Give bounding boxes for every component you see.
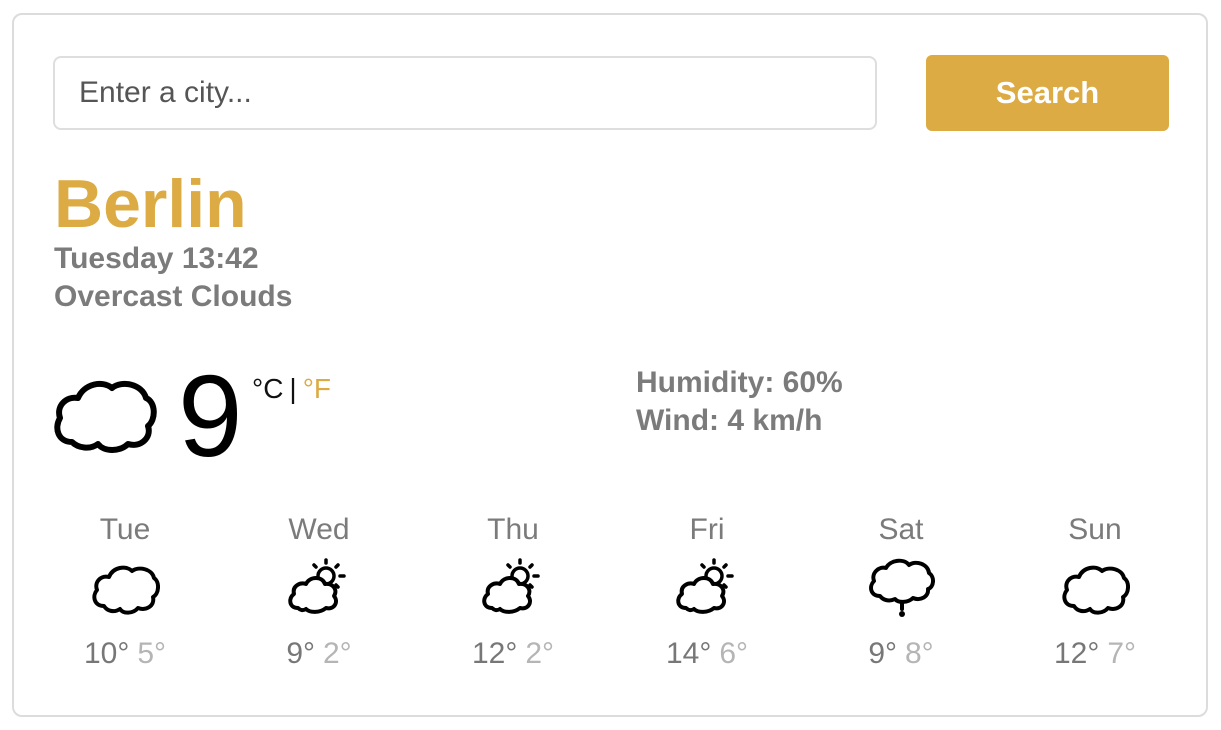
forecast-day-name: Sat [878,513,924,546]
partly-sunny-icon [288,558,346,614]
fahrenheit-unit[interactable]: °F [303,373,331,404]
forecast-temps: 12° 7° [1000,634,1190,674]
max-temp: 12° [1053,637,1100,670]
forecast-day-name: Sun [1068,513,1122,546]
forecast-day: Sat 9° 8° [806,510,996,674]
min-temp: 7° [1107,637,1137,670]
forecast-day: Thu 12° 2° [418,510,608,674]
forecast-temps: 9° 8° [806,634,996,674]
max-temp: 12° [471,637,518,670]
partly-sunny-icon [676,558,734,614]
forecast-temps: 10° 5° [30,634,220,674]
current-temperature: 9 [178,351,243,481]
unit-separator: | [289,373,297,404]
partly-sunny-icon [482,558,540,614]
max-temp: 9° [868,637,897,670]
unit-toggle: °C | °F [252,372,331,406]
forecast-day: Tue 10° 5° [30,510,220,674]
min-temp: 6° [719,637,749,670]
min-temp: 2° [525,637,555,670]
forecast-day-name: Fri [689,513,725,546]
min-temp: 5° [137,637,167,670]
search-button[interactable]: Search [926,55,1169,131]
drizzle-icon [869,558,935,617]
forecast-day: Sun 12° 7° [1000,510,1190,674]
forecast-day-name: Tue [99,513,151,546]
celsius-unit[interactable]: °C [252,373,283,404]
forecast-temps: 14° 6° [612,634,802,674]
cloud-icon [1062,565,1130,615]
weather-condition: Overcast Clouds [54,280,293,313]
cloud-icon [92,565,160,615]
city-name: Berlin [54,166,247,242]
forecast-temps: 12° 2° [418,634,608,674]
forecast-temps: 9° 2° [224,634,414,674]
humidity: Humidity: 60% [636,366,843,399]
max-temp: 10° [83,637,130,670]
date-time: Tuesday 13:42 [54,242,259,275]
min-temp: 2° [323,637,352,670]
forecast-row: Tue 10° 5° Wed 9° 2° Thu 12° 2° Fri 14° … [30,510,1192,680]
max-temp: 14° [665,637,712,670]
city-search-input[interactable] [53,56,877,130]
wind: Wind: 4 km/h [636,404,823,437]
forecast-day: Fri 14° 6° [612,510,802,674]
max-temp: 9° [286,637,315,670]
forecast-day: Wed 9° 2° [224,510,414,674]
min-temp: 8° [905,637,934,670]
forecast-day-name: Thu [487,513,539,546]
cloud-icon [54,380,157,453]
forecast-day-name: Wed [288,513,350,546]
